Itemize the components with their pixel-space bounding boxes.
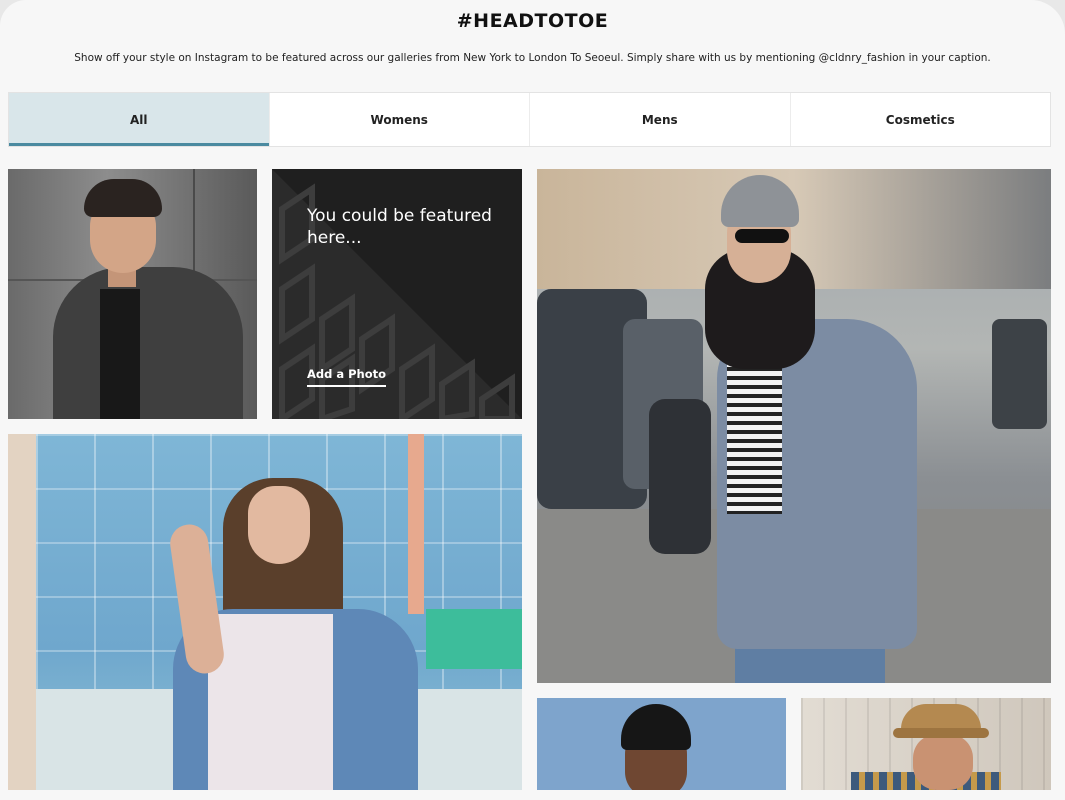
photo-detail (735, 229, 789, 243)
photo-detail (208, 614, 333, 790)
tab-mens[interactable]: Mens (530, 93, 791, 146)
photo-detail (621, 704, 691, 750)
tab-womens-label: Womens (370, 112, 428, 127)
featured-card: You could be featured here... Add a Phot… (272, 169, 522, 419)
photo-detail (248, 486, 310, 564)
photo-detail (100, 289, 140, 419)
photo-woman-denim-jacket[interactable] (8, 434, 522, 790)
photo-detail (727, 344, 782, 514)
tab-mens-label: Mens (641, 112, 678, 127)
photo-detail (84, 179, 162, 217)
photo-man-grey-coat[interactable] (8, 169, 257, 419)
photo-detail (913, 734, 973, 790)
photo-detail (893, 728, 989, 738)
photo-detail (649, 399, 711, 554)
photo-man-straw-hat[interactable] (801, 698, 1051, 790)
tab-cosmetics[interactable]: Cosmetics (791, 93, 1051, 146)
filter-tabs: All Womens Mens Cosmetics (8, 92, 1051, 147)
page-title: #HEADTOTOE (456, 10, 609, 32)
tab-all-label: All (129, 112, 148, 127)
featured-text: You could be featured here... (307, 206, 492, 248)
photo-detail (408, 434, 424, 614)
page-subtitle: Show off your style on Instagram to be f… (74, 52, 991, 64)
tab-cosmetics-label: Cosmetics (885, 112, 955, 127)
gallery-page: #HEADTOTOE Show off your style on Instag… (0, 0, 1065, 800)
tab-all[interactable]: All (9, 93, 270, 146)
photo-detail (992, 319, 1047, 429)
tab-womens[interactable]: Womens (270, 93, 530, 146)
photo-detail (53, 267, 243, 419)
add-photo-link[interactable]: Add a Photo (307, 367, 387, 387)
photo-woman-blue-background[interactable] (537, 698, 786, 790)
photo-detail (8, 434, 36, 790)
photo-detail (426, 609, 522, 669)
photo-woman-grey-coat[interactable] (537, 169, 1051, 683)
